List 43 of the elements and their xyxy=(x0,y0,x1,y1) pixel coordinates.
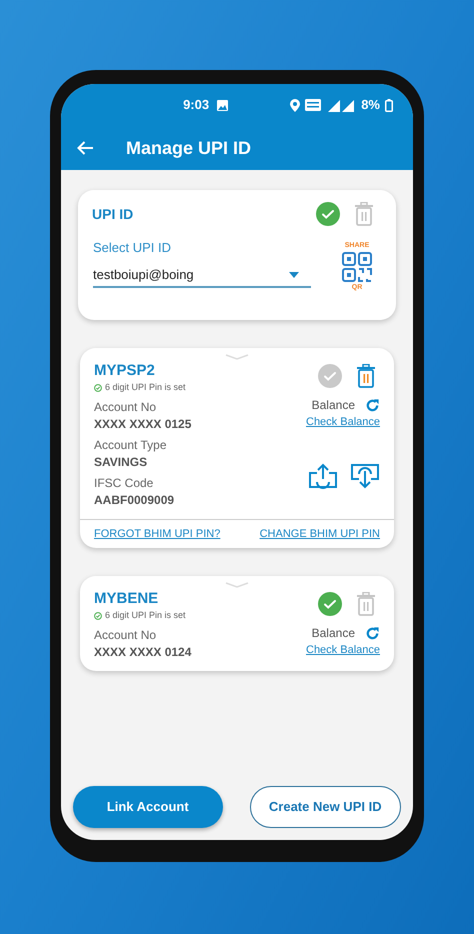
field-value: SAVINGS xyxy=(94,454,148,470)
field-value: AABF0009009 xyxy=(94,492,176,508)
battery-icon xyxy=(385,98,393,112)
card-title: UPI ID xyxy=(92,204,134,224)
account-name: MYPSP2 xyxy=(94,362,156,380)
dropdown-caret-icon[interactable] xyxy=(289,272,299,278)
download-money-icon[interactable] xyxy=(350,462,380,488)
create-upi-id-button[interactable]: Create New UPI ID xyxy=(250,786,401,828)
balance-label: Balance xyxy=(312,397,355,414)
check-circle-icon[interactable] xyxy=(318,364,342,388)
field-label: Account No xyxy=(94,398,158,414)
check-circle-icon[interactable] xyxy=(318,592,342,616)
check-balance-link[interactable]: Check Balance xyxy=(306,414,380,430)
refresh-icon[interactable] xyxy=(365,626,380,640)
field-value: XXXX XXXX 0124 xyxy=(94,644,192,660)
field-value: XXXX XXXX 0125 xyxy=(94,416,192,432)
back-arrow-icon[interactable] xyxy=(77,141,94,155)
account-name: MYBENE xyxy=(94,590,160,608)
pin-status: 6 digit UPI Pin is set xyxy=(105,609,186,622)
field-label: Select UPI ID xyxy=(93,239,172,257)
location-icon xyxy=(290,98,300,112)
check-icon xyxy=(94,612,102,620)
battery-percent: 8% xyxy=(361,96,380,114)
check-circle-icon[interactable] xyxy=(316,202,340,226)
refresh-icon[interactable] xyxy=(365,398,380,412)
upi-id-dropdown[interactable]: testboiupi@boing xyxy=(93,264,311,288)
pin-status: 6 digit UPI Pin is set xyxy=(105,381,186,394)
check-balance-link[interactable]: Check Balance xyxy=(306,642,380,658)
field-label: Account Type xyxy=(94,436,168,452)
upload-money-icon[interactable] xyxy=(308,462,338,488)
trash-icon[interactable] xyxy=(356,364,376,388)
link-account-button[interactable]: Link Account xyxy=(73,786,222,828)
field-label: IFSC Code xyxy=(94,474,154,490)
status-time: 9:03 xyxy=(183,96,210,114)
pin-link[interactable]: FORGOT BHIM UPI PIN? xyxy=(94,526,220,542)
balance-label: Balance xyxy=(312,625,355,642)
field-label: Account No xyxy=(94,626,158,642)
image-icon xyxy=(217,100,228,110)
check-icon xyxy=(94,384,102,392)
signal-icon xyxy=(326,98,356,112)
qr-code-icon xyxy=(342,252,372,282)
page-title: Manage UPI ID xyxy=(126,136,252,160)
pin-link[interactable]: CHANGE BHIM UPI PIN xyxy=(260,526,380,542)
